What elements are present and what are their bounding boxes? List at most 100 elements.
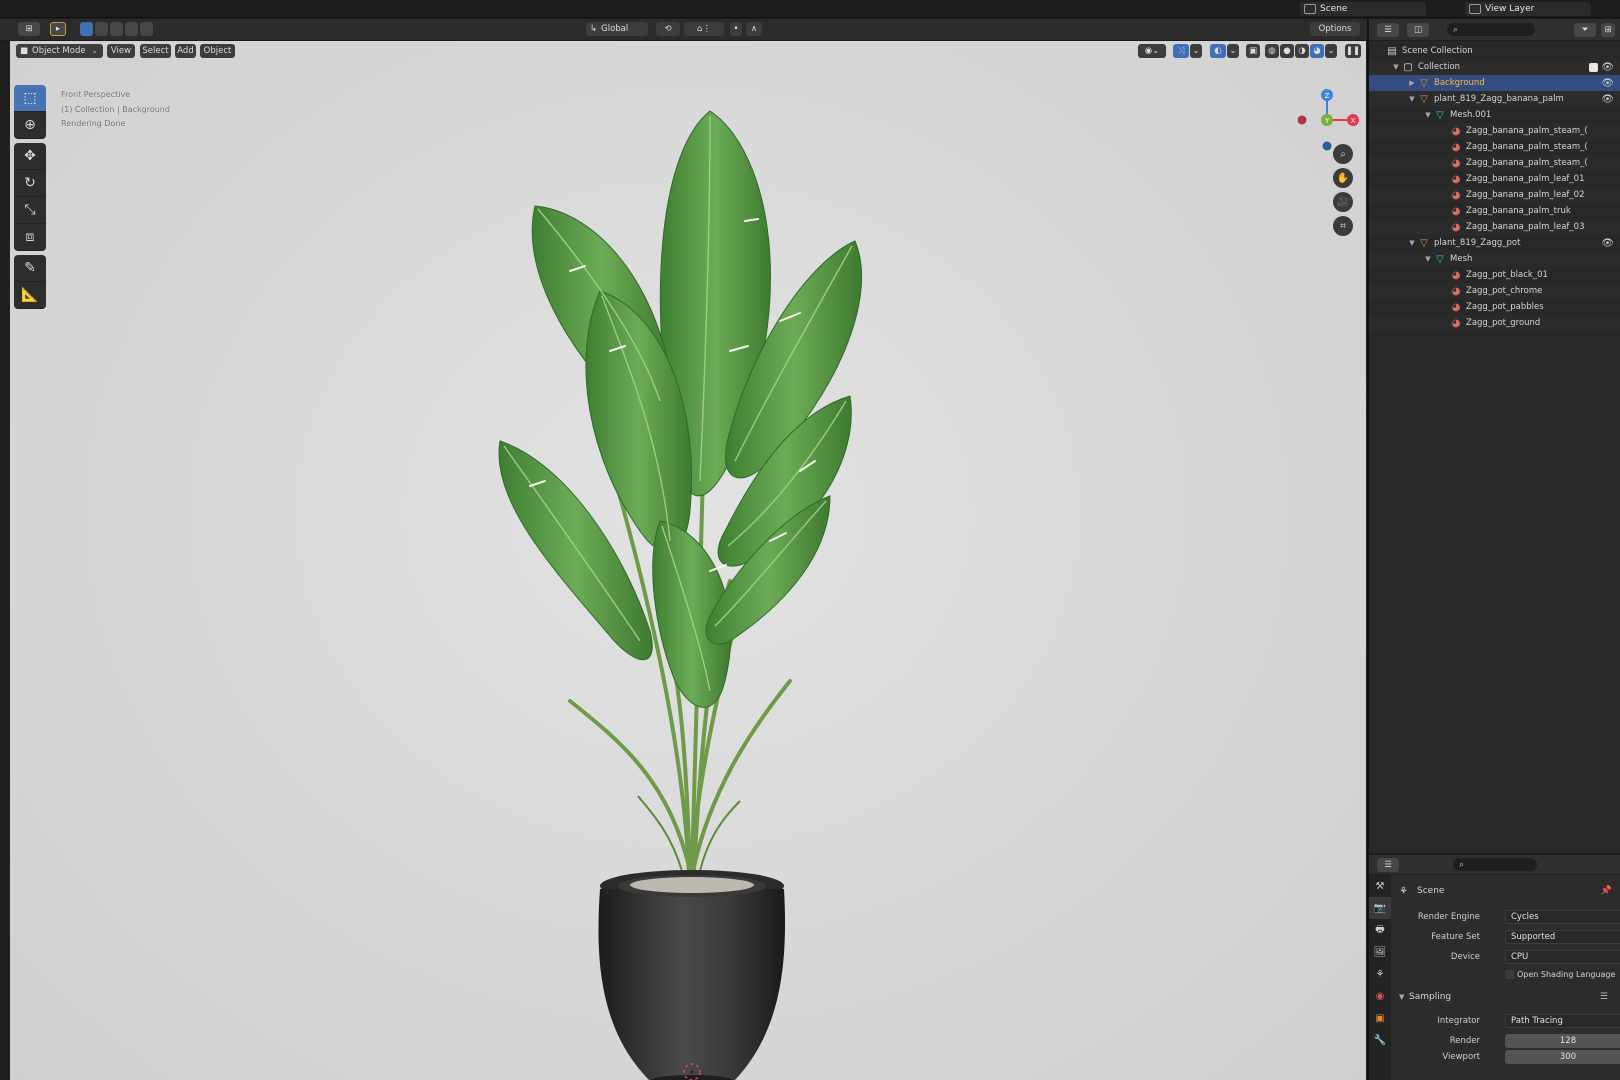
neg-x-axis-handle[interactable] xyxy=(1297,115,1307,125)
pivot-point-icon[interactable]: ⟲ xyxy=(656,22,680,36)
outliner-row-material[interactable]: ◕ Zagg_banana_palm_steam_( xyxy=(1369,139,1620,155)
camera-view-icon[interactable]: 🎥 xyxy=(1333,192,1353,212)
pause-render-icon[interactable]: ❚❚ xyxy=(1345,44,1361,58)
outliner-row-material[interactable]: ◕ Zagg_banana_palm_leaf_02 xyxy=(1369,187,1620,203)
outliner-row-material[interactable]: ◕ Zagg_banana_palm_leaf_01 xyxy=(1369,171,1620,187)
outliner-editor-type-icon[interactable]: ☰ xyxy=(1377,23,1399,37)
outliner-row-material[interactable]: ◕ Zagg_banana_palm_steam_( xyxy=(1369,155,1620,171)
scene-tab-icon[interactable]: ⚘ xyxy=(1369,963,1391,985)
select-mode-new-icon[interactable] xyxy=(80,22,93,36)
visibility-eye-icon[interactable]: 👁 xyxy=(1601,78,1614,89)
outliner-row-material[interactable]: ◕ Zagg_banana_palm_leaf_03 xyxy=(1369,219,1620,235)
menu-view[interactable]: View xyxy=(107,44,135,58)
proportional-editing-icon[interactable]: • xyxy=(730,22,742,36)
shading-options-icon[interactable]: ⌄ xyxy=(1325,44,1337,58)
transform-icon[interactable]: ⧈ xyxy=(14,224,46,251)
exclude-checkbox[interactable] xyxy=(1589,62,1598,72)
feature-set-dropdown[interactable]: Supported⌄ xyxy=(1505,930,1620,944)
select-mode-intersect-icon[interactable] xyxy=(140,22,153,36)
menu-object[interactable]: Object xyxy=(200,44,235,58)
options-button[interactable]: Options xyxy=(1310,22,1360,36)
object-tab-icon[interactable]: ▣ xyxy=(1369,1007,1391,1029)
expand-triangle-icon[interactable]: ▼ xyxy=(1407,95,1417,103)
visibility-eye-icon[interactable]: 👁 xyxy=(1601,62,1614,73)
filter-icon[interactable]: ⏷ xyxy=(1574,23,1596,37)
solid-shading-icon[interactable]: ● xyxy=(1280,44,1294,58)
device-dropdown[interactable]: CPU⌄ xyxy=(1505,950,1620,964)
sampling-panel-header[interactable]: ▼ Sampling ☰ xyxy=(1391,989,1620,1005)
osl-checkbox[interactable] xyxy=(1505,969,1514,979)
transform-orientation-dropdown[interactable]: ↳ Global xyxy=(586,22,648,36)
output-tab-icon[interactable]: 🖶 xyxy=(1369,919,1391,941)
select-mode-subtract-icon[interactable] xyxy=(110,22,123,36)
overlay-toggle-icon[interactable]: ◐ xyxy=(1210,44,1226,58)
outliner-row-material[interactable]: ◕ Zagg_pot_ground xyxy=(1369,315,1620,331)
outliner-row-scene[interactable]: ▤ Scene Collection xyxy=(1369,43,1620,59)
select-mode-invert-icon[interactable] xyxy=(125,22,138,36)
integrator-dropdown[interactable]: Path Tracing⌄ xyxy=(1505,1014,1620,1028)
modifier-tab-icon[interactable]: 🔧 xyxy=(1369,1029,1391,1051)
visibility-eye-icon[interactable]: 👁 xyxy=(1601,238,1614,249)
outliner-search-input[interactable]: ⌕ xyxy=(1447,23,1535,36)
select-mode-extend-icon[interactable] xyxy=(95,22,108,36)
display-mode-icon[interactable]: ◫ xyxy=(1407,23,1429,37)
presets-list-icon[interactable]: ☰ xyxy=(1600,992,1608,1002)
outliner-row-mesh[interactable]: ▼ ▽ Mesh.001 xyxy=(1369,107,1620,123)
pan-hand-icon[interactable]: ✋ xyxy=(1333,168,1353,188)
new-collection-icon[interactable]: ⊞ xyxy=(1601,23,1615,37)
menu-add[interactable]: Add xyxy=(175,44,196,58)
mode-dropdown[interactable]: ■ Object Mode ⌄ xyxy=(16,44,103,58)
visibility-toggle-icon[interactable]: ◉⌄ xyxy=(1138,44,1166,58)
falloff-icon[interactable]: ∧ xyxy=(746,22,762,36)
neg-z-axis-handle[interactable] xyxy=(1322,141,1332,151)
editor-type-button[interactable]: ⊞ xyxy=(18,22,40,36)
view-layer-tab-icon[interactable]: 🖼 xyxy=(1369,941,1391,963)
outliner-row-collection[interactable]: ▼ ▢ Collection 👁 xyxy=(1369,59,1620,75)
xray-toggle-icon[interactable]: ▣ xyxy=(1246,44,1260,58)
outliner-row-material[interactable]: ◕ Zagg_banana_palm_truk xyxy=(1369,203,1620,219)
outliner-row-material[interactable]: ◕ Zagg_banana_palm_steam_( xyxy=(1369,123,1620,139)
viewport-samples-field[interactable]: 300 xyxy=(1505,1050,1620,1064)
expand-triangle-icon[interactable]: ▼ xyxy=(1423,111,1433,119)
select-box-icon[interactable]: ⬚ xyxy=(14,85,46,112)
select-tool-button[interactable]: ▸ xyxy=(50,22,66,36)
perspective-toggle-icon[interactable]: ⌗ xyxy=(1333,216,1353,236)
visibility-eye-icon[interactable]: 👁 xyxy=(1601,94,1614,105)
overlay-options-icon[interactable]: ⌄ xyxy=(1227,44,1239,58)
expand-triangle-icon[interactable]: ▼ xyxy=(1423,255,1433,263)
world-tab-icon[interactable]: ◉ xyxy=(1369,985,1391,1007)
gizmo-toggle-icon[interactable]: ⤨ xyxy=(1173,44,1189,58)
annotate-icon[interactable]: ✎ xyxy=(14,255,46,282)
expand-triangle-icon[interactable]: ▼ xyxy=(1407,239,1417,247)
properties-editor-type-icon[interactable]: ☰ xyxy=(1377,858,1399,872)
pin-icon[interactable]: 📌 xyxy=(1601,886,1612,896)
outliner-row-object[interactable]: ▼ ▽ plant_819_Zagg_banana_palm 👁 xyxy=(1369,91,1620,107)
cursor-icon[interactable]: ⊕ xyxy=(14,112,46,139)
scale-icon[interactable]: ⤡ xyxy=(14,197,46,224)
wireframe-shading-icon[interactable]: ◍ xyxy=(1265,44,1279,58)
menu-select[interactable]: Select xyxy=(140,44,171,58)
outliner-row-object[interactable]: ▶ ▽ Background 👁 xyxy=(1369,75,1620,91)
rotate-icon[interactable]: ↻ xyxy=(14,170,46,197)
outliner-row-object[interactable]: ▼ ▽ plant_819_Zagg_pot 👁 xyxy=(1369,235,1620,251)
outliner-row-mesh[interactable]: ▼ ▽ Mesh xyxy=(1369,251,1620,267)
outliner-row-material[interactable]: ◕ Zagg_pot_chrome xyxy=(1369,283,1620,299)
outliner-row-material[interactable]: ◕ Zagg_pot_pabbles xyxy=(1369,299,1620,315)
render-engine-dropdown[interactable]: Cycles⌄ xyxy=(1505,910,1620,924)
scene-selector[interactable]: Scene xyxy=(1300,2,1426,16)
tool-tab-icon[interactable]: ⚒ xyxy=(1369,875,1391,897)
view-layer-selector[interactable]: View Layer xyxy=(1465,2,1591,16)
expand-triangle-icon[interactable]: ▼ xyxy=(1391,63,1401,71)
outliner-row-material[interactable]: ◕ Zagg_pot_black_01 xyxy=(1369,267,1620,283)
zoom-icon[interactable]: ⌕ xyxy=(1333,144,1353,164)
rendered-shading-icon[interactable]: ◕ xyxy=(1310,44,1324,58)
render-tab-icon[interactable]: 📷 xyxy=(1369,897,1391,919)
move-icon[interactable]: ✥ xyxy=(14,143,46,170)
expand-triangle-icon[interactable]: ▶ xyxy=(1407,79,1417,87)
material-shading-icon[interactable]: ◑ xyxy=(1295,44,1309,58)
snapping-icon[interactable]: ⌂⋮ xyxy=(684,22,724,36)
render-samples-field[interactable]: 128 xyxy=(1505,1034,1620,1048)
navigation-gizmo[interactable]: Z X Y xyxy=(1290,86,1370,156)
3d-viewport[interactable]: Front Perspective (1) Collection | Backg… xyxy=(10,41,1366,1080)
properties-search-input[interactable]: ⌕ xyxy=(1453,858,1537,871)
